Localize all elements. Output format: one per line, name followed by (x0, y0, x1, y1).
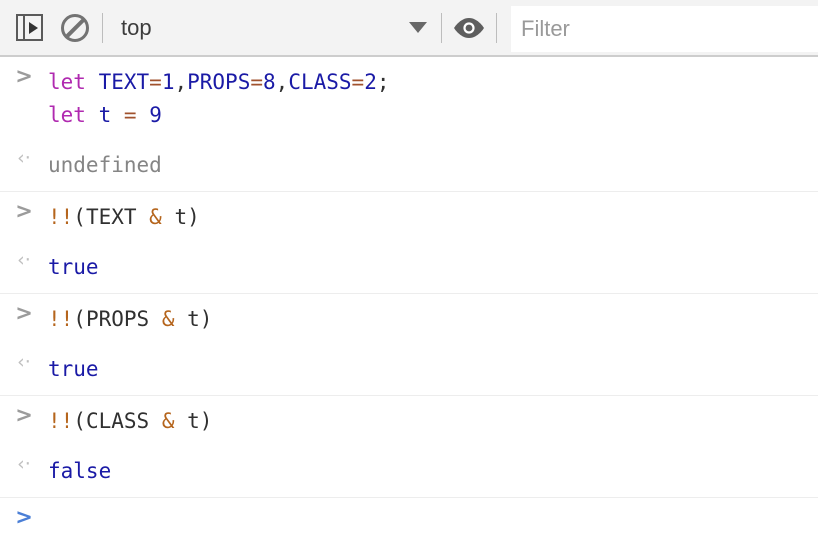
prompt-gutter: > (0, 498, 48, 528)
filter-field-wrapper (511, 6, 818, 52)
code-token: TEXT (98, 70, 150, 94)
prompt-arrow-icon: > (15, 504, 33, 529)
console-result-row: ‹· true (0, 242, 818, 294)
toolbar-divider-2 (441, 12, 442, 43)
clear-console-button[interactable] (52, 5, 98, 51)
console-command-text: let TEXT=1,PROPS=8,CLASS=2; let t = 9 (48, 57, 818, 140)
code-token: !! (48, 204, 74, 229)
ban-icon (61, 13, 89, 42)
code-token: = (149, 70, 162, 94)
code-token: 8 (263, 70, 276, 94)
console-command-text: !!(PROPS & t) (48, 294, 818, 345)
code-token: = (250, 70, 263, 94)
console-command-row[interactable]: > let TEXT=1,PROPS=8,CLASS=2; let t = 9 (0, 57, 818, 140)
code-token: undefined (48, 153, 162, 178)
console-command-row[interactable]: > !!(PROPS & t) (0, 294, 818, 345)
console-result-text: true (48, 242, 818, 293)
code-token: t) (174, 306, 213, 331)
execution-context-selector[interactable]: top (107, 5, 437, 51)
code-token: = (351, 70, 365, 94)
code-token: (CLASS (73, 408, 162, 433)
eye-icon (454, 17, 484, 38)
console-prompt-row[interactable]: > (0, 498, 818, 556)
execution-context-label: top (121, 14, 152, 40)
result-gutter: ‹· (0, 140, 48, 168)
code-token: t) (174, 408, 213, 433)
command-arrow-icon: > (15, 64, 33, 88)
chevron-down-icon (409, 22, 427, 33)
code-token: (TEXT (73, 204, 150, 229)
code-token: true (48, 357, 99, 382)
return-arrow-icon: ‹· (17, 249, 31, 272)
console-command-text: !!(CLASS & t) (48, 396, 818, 447)
return-arrow-icon: ‹· (17, 147, 31, 170)
command-arrow-icon: > (15, 300, 33, 325)
code-token: true (48, 255, 99, 280)
code-token: = (123, 102, 137, 127)
result-gutter: ‹· (0, 446, 48, 474)
code-token: & (161, 408, 175, 433)
code-token: t (98, 102, 112, 127)
code-token: (PROPS (73, 306, 162, 331)
code-token: , (275, 70, 289, 94)
console-result-row: ‹· true (0, 344, 818, 396)
code-token: 2 (364, 70, 377, 94)
code-token: 1 (161, 70, 175, 94)
code-token: & (161, 306, 175, 331)
console-result-row: ‹· false (0, 446, 818, 498)
code-token: let (48, 70, 99, 94)
result-gutter: ‹· (0, 344, 48, 372)
show-console-sidebar-button[interactable] (6, 5, 52, 51)
code-token: & (149, 204, 162, 229)
console-command-text: !!(TEXT & t) (48, 192, 818, 243)
code-token: , (174, 70, 188, 94)
console-command-row[interactable]: > !!(TEXT & t) (0, 192, 818, 243)
command-arrow-icon: > (15, 198, 33, 223)
code-token: ; (376, 70, 390, 94)
console-command-row[interactable]: > !!(CLASS & t) (0, 396, 818, 447)
command-arrow-icon: > (15, 402, 33, 427)
code-token: t) (161, 204, 200, 229)
console-prompt-input[interactable] (48, 498, 818, 549)
toolbar-divider-1 (102, 12, 103, 43)
command-gutter: > (0, 396, 48, 426)
create-live-expression-button[interactable] (446, 5, 492, 51)
console-result-text: undefined (48, 140, 818, 191)
code-token: !! (48, 306, 74, 331)
console-toolbar: top (0, 0, 818, 57)
return-arrow-icon: ‹· (17, 351, 31, 374)
code-token: CLASS (288, 70, 352, 94)
code-token: PROPS (187, 70, 251, 94)
code-token: false (48, 459, 112, 484)
console-result-row: ‹· undefined (0, 140, 818, 192)
code-token: !! (48, 408, 74, 433)
command-gutter: > (0, 57, 48, 87)
filter-input[interactable] (511, 6, 818, 52)
code-token: let (48, 102, 99, 127)
console-result-text: true (48, 344, 818, 395)
console-entry-list: > let TEXT=1,PROPS=8,CLASS=2; let t = 9 ‹·… (0, 57, 818, 498)
toolbar-divider-3 (496, 12, 497, 43)
sidebar-panel-icon (15, 14, 43, 41)
command-gutter: > (0, 294, 48, 324)
console-result-text: false (48, 446, 818, 497)
result-gutter: ‹· (0, 242, 48, 270)
console-output: > let TEXT=1,PROPS=8,CLASS=2; let t = 9 ‹·… (0, 57, 818, 556)
command-gutter: > (0, 192, 48, 222)
code-token: 9 (149, 102, 162, 127)
return-arrow-icon: ‹· (17, 453, 31, 476)
